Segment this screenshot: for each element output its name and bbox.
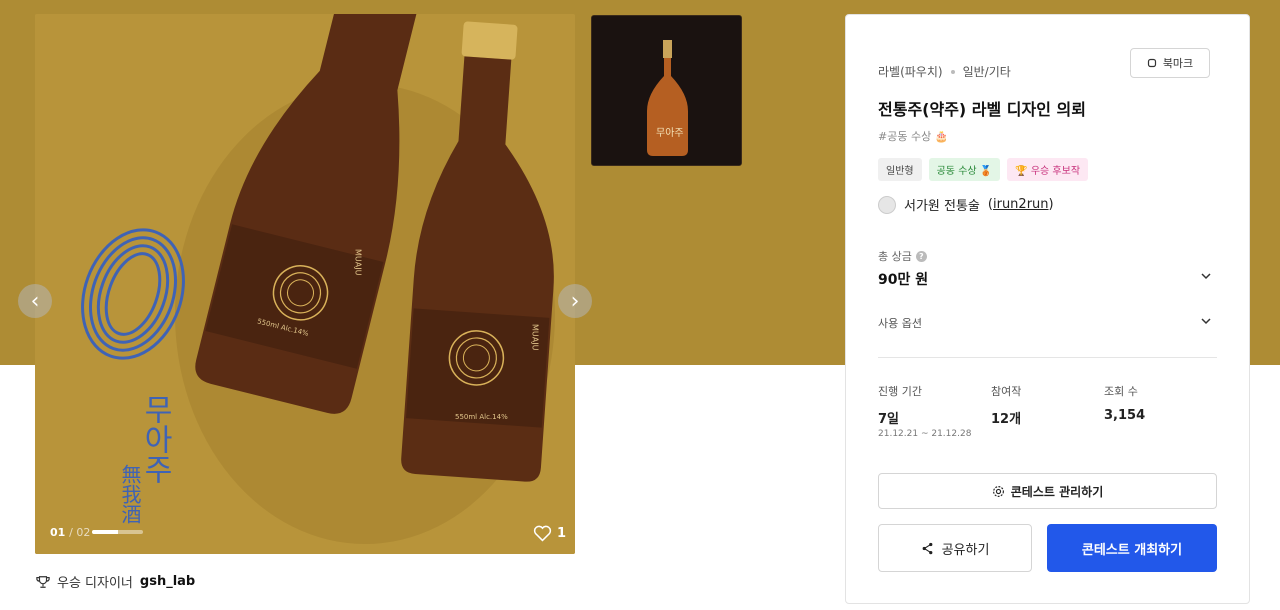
stat-value-period: 7일 [878,412,900,427]
stat-label-entries: 참여작 [991,385,1022,398]
thumb-logo: 무아주 [656,127,684,139]
manage-contest-button[interactable]: 콘테스트 관리하기 [878,473,1217,509]
badge-list: 일반형 공동 수상 🥉 🏆 우승 후보작 [878,158,1089,181]
host-info[interactable]: 서가원 전통술 (irun2run) [878,195,1054,214]
label-roman-2: MUAJU [531,324,540,351]
current-index: 01 [50,526,66,539]
gear-icon [992,485,1004,497]
category-label[interactable]: 라벨(파우치) [878,63,943,80]
manage-contest-label: 콘테스트 관리하기 [1010,484,1104,499]
chevron-down-icon[interactable] [1200,315,1212,327]
bottle-artwork: 無我酒 무아주 550ml Alc.14% 550ml Alc.14% MUAJ… [35,14,575,554]
prev-image-button[interactable]: ‹ [18,284,52,318]
bookmark-icon [1147,58,1156,68]
share-label: 공유하기 [941,542,990,558]
prize-label: 총 상금 ? [878,248,927,264]
host-contest-button[interactable]: 콘테스트 개최하기 [1047,524,1217,572]
heart-icon [533,525,552,542]
thumbnail-image: 무아주 [592,16,741,165]
contest-tagline: #공동 수상 🎂 [878,130,949,143]
badge-type: 일반형 [878,158,922,181]
stat-label-period: 진행 기간 [878,385,922,398]
bookmark-button[interactable]: 북마크 [1130,48,1210,78]
share-icon [922,542,932,554]
category-breadcrumb: 라벨(파우치) 일반/기타 [878,63,1011,80]
badge-winner-candidate: 🏆 우승 후보작 [1007,158,1089,181]
winner-name[interactable]: gsh_lab [140,574,195,589]
image-progress-fill [92,530,118,534]
subcategory-label[interactable]: 일반/기타 [963,63,1011,80]
like-button[interactable]: 1 [533,525,566,542]
chevron-left-icon: ‹ [30,288,40,314]
contest-info-panel: 라벨(파우치) 일반/기타 북마크 전통주(약주) 라벨 디자인 의뢰 #공동 … [845,14,1250,604]
host-id[interactable]: irun2run [993,197,1049,212]
chevron-right-icon: › [570,288,580,314]
total-count: 02 [76,526,91,539]
divider [878,357,1217,358]
host-avatar [878,195,896,214]
bookmark-label: 북마크 [1162,57,1194,70]
chevron-down-icon[interactable] [1200,270,1212,282]
thumbnail-bottle[interactable]: 무아주 [591,15,742,166]
label-spec-2: 550ml Alc.14% [455,413,508,421]
stat-value-entries: 12개 [991,412,1022,427]
winner-info: 우승 디자이너 gsh_lab [36,572,195,591]
trophy-icon [36,575,50,588]
main-artwork-image[interactable]: 無我酒 무아주 550ml Alc.14% 550ml Alc.14% MUAJ… [35,14,575,554]
usage-option-label[interactable]: 사용 옵션 [878,315,922,331]
host-name: 서가원 전통술 [904,199,980,214]
share-button[interactable]: 공유하기 [878,524,1032,572]
next-image-button[interactable]: › [558,284,592,318]
separator-dot [950,69,955,74]
image-counter: 01 / 02 [50,526,91,539]
label-roman-1: MUAJU [354,249,363,276]
badge-joint-award: 공동 수상 🥉 [928,158,1001,181]
prize-label-text: 총 상금 [878,250,912,263]
help-icon[interactable]: ? [915,250,927,262]
prize-value: 90만 원 [878,272,929,288]
logo-hangul: 무아주 [138,394,173,484]
like-count: 1 [557,526,567,541]
image-progress-bar [92,530,143,534]
stat-value-views: 3,154 [1104,408,1146,423]
winner-prefix: 우승 디자이너 [57,576,133,591]
date-range: 21.12.21 ~ 21.12.28 [878,429,972,439]
stat-label-views: 조회 수 [1104,385,1138,398]
contest-title: 전통주(약주) 라벨 디자인 의뢰 [878,100,1086,119]
